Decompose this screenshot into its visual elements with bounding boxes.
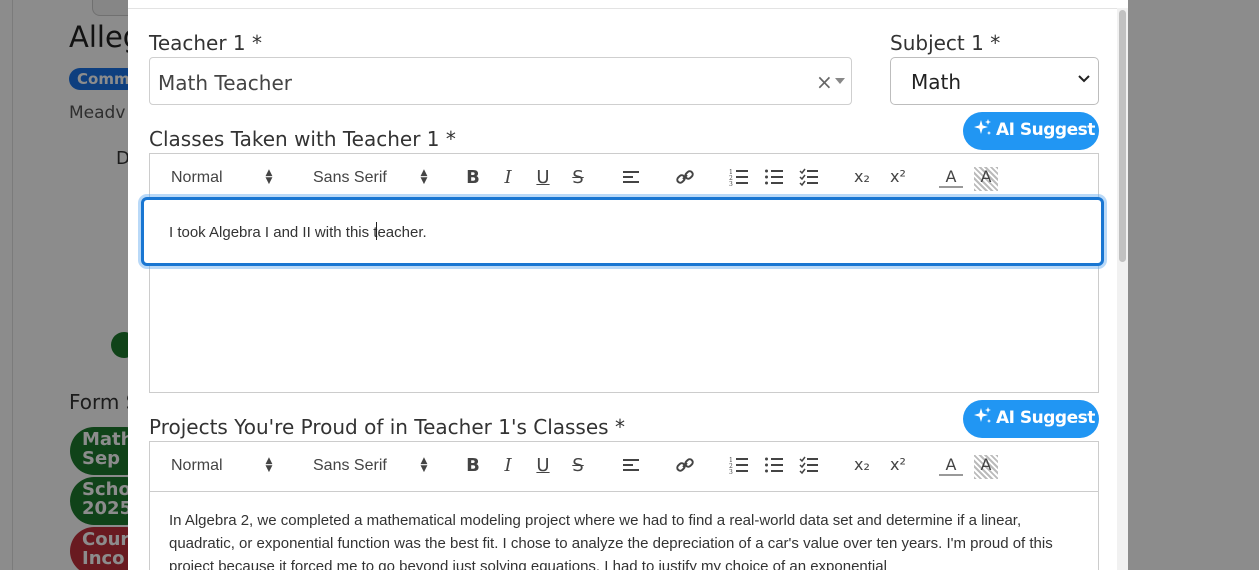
ai-suggest-label: AI Suggest: [996, 408, 1095, 428]
checklist-icon[interactable]: [797, 167, 821, 191]
italic-icon[interactable]: I: [496, 167, 520, 191]
bold-icon[interactable]: B: [461, 167, 485, 191]
svg-text:3: 3: [729, 181, 733, 187]
teacher-select[interactable]: Math Teacher ×: [149, 57, 852, 105]
teacher-label: Teacher 1 *: [149, 31, 263, 55]
classes-text: I took Algebra I and II with this teache…: [169, 224, 427, 241]
clear-icon[interactable]: ×: [816, 70, 833, 94]
strikethrough-icon[interactable]: S: [566, 167, 590, 191]
svg-text:3: 3: [729, 469, 733, 475]
subject-label: Subject 1 *: [890, 31, 1001, 55]
text-color-icon[interactable]: A: [939, 167, 963, 188]
editor-toolbar: Normal ▲▼ Sans Serif ▲▼ B I U S 123 x₂: [150, 442, 1098, 492]
align-left-icon[interactable]: [619, 167, 643, 191]
teacher-select-value: Math Teacher: [158, 71, 292, 95]
ordered-list-icon[interactable]: 123: [727, 167, 751, 191]
subscript-icon[interactable]: x₂: [850, 167, 874, 191]
projects-text: In Algebra 2, we completed a mathematica…: [169, 512, 1053, 570]
format-select-arrows-icon: ▲ ▼: [265, 168, 273, 186]
classes-label: Classes Taken with Teacher 1 *: [149, 127, 456, 151]
strikethrough-icon[interactable]: S: [566, 455, 590, 479]
ordered-list-icon[interactable]: 123: [727, 455, 751, 479]
format-select[interactable]: Normal: [171, 169, 223, 187]
font-select[interactable]: Sans Serif: [313, 457, 387, 475]
font-select-arrows-icon: ▲ ▼: [420, 456, 428, 474]
underline-icon[interactable]: U: [531, 455, 555, 479]
text-color-icon[interactable]: A: [939, 455, 963, 476]
projects-editor-body[interactable]: In Algebra 2, we completed a mathematica…: [150, 493, 1098, 570]
link-icon[interactable]: [673, 167, 697, 191]
superscript-icon[interactable]: x²: [886, 167, 910, 191]
classes-text-input[interactable]: I took Algebra I and II with this teache…: [141, 197, 1104, 266]
bullet-list-icon[interactable]: [762, 455, 786, 479]
checklist-icon[interactable]: [797, 455, 821, 479]
format-select[interactable]: Normal: [171, 457, 223, 475]
background-color-icon[interactable]: A: [974, 167, 998, 191]
text-cursor: [376, 222, 377, 240]
background-color-icon[interactable]: A: [974, 455, 998, 479]
projects-editor: Normal ▲▼ Sans Serif ▲▼ B I U S 123 x₂: [149, 441, 1099, 570]
font-select[interactable]: Sans Serif: [313, 169, 387, 187]
modal-header-divider: [128, 8, 1128, 9]
teacher-modal: Teacher 1 * Math Teacher × Subject 1 * M…: [128, 0, 1128, 570]
sparkles-icon: [973, 118, 993, 143]
modal-scrollbar[interactable]: [1117, 8, 1128, 570]
superscript-icon[interactable]: x²: [886, 455, 910, 479]
chevron-down-icon[interactable]: [835, 78, 845, 84]
format-select-arrows-icon: ▲ ▼: [265, 456, 273, 474]
font-select-arrows-icon: ▲ ▼: [420, 168, 428, 186]
ai-suggest-button[interactable]: AI Suggest: [963, 400, 1099, 438]
ai-suggest-label: AI Suggest: [996, 120, 1095, 140]
underline-icon[interactable]: U: [531, 167, 555, 191]
link-icon[interactable]: [673, 455, 697, 479]
classes-editor: Normal ▲▼ Sans Serif ▲▼ B I U S 123 x₂: [149, 153, 1099, 393]
projects-label: Projects You're Proud of in Teacher 1's …: [149, 415, 625, 439]
sparkles-icon: [973, 406, 993, 431]
ai-suggest-button[interactable]: AI Suggest: [963, 112, 1099, 150]
subscript-icon[interactable]: x₂: [850, 455, 874, 479]
bullet-list-icon[interactable]: [762, 167, 786, 191]
chevron-down-icon: [1078, 72, 1090, 88]
subject-select[interactable]: Math: [890, 57, 1099, 105]
align-left-icon[interactable]: [619, 455, 643, 479]
scrollbar-thumb[interactable]: [1119, 10, 1126, 262]
subject-select-value: Math: [911, 70, 962, 94]
bold-icon[interactable]: B: [461, 455, 485, 479]
italic-icon[interactable]: I: [496, 455, 520, 479]
